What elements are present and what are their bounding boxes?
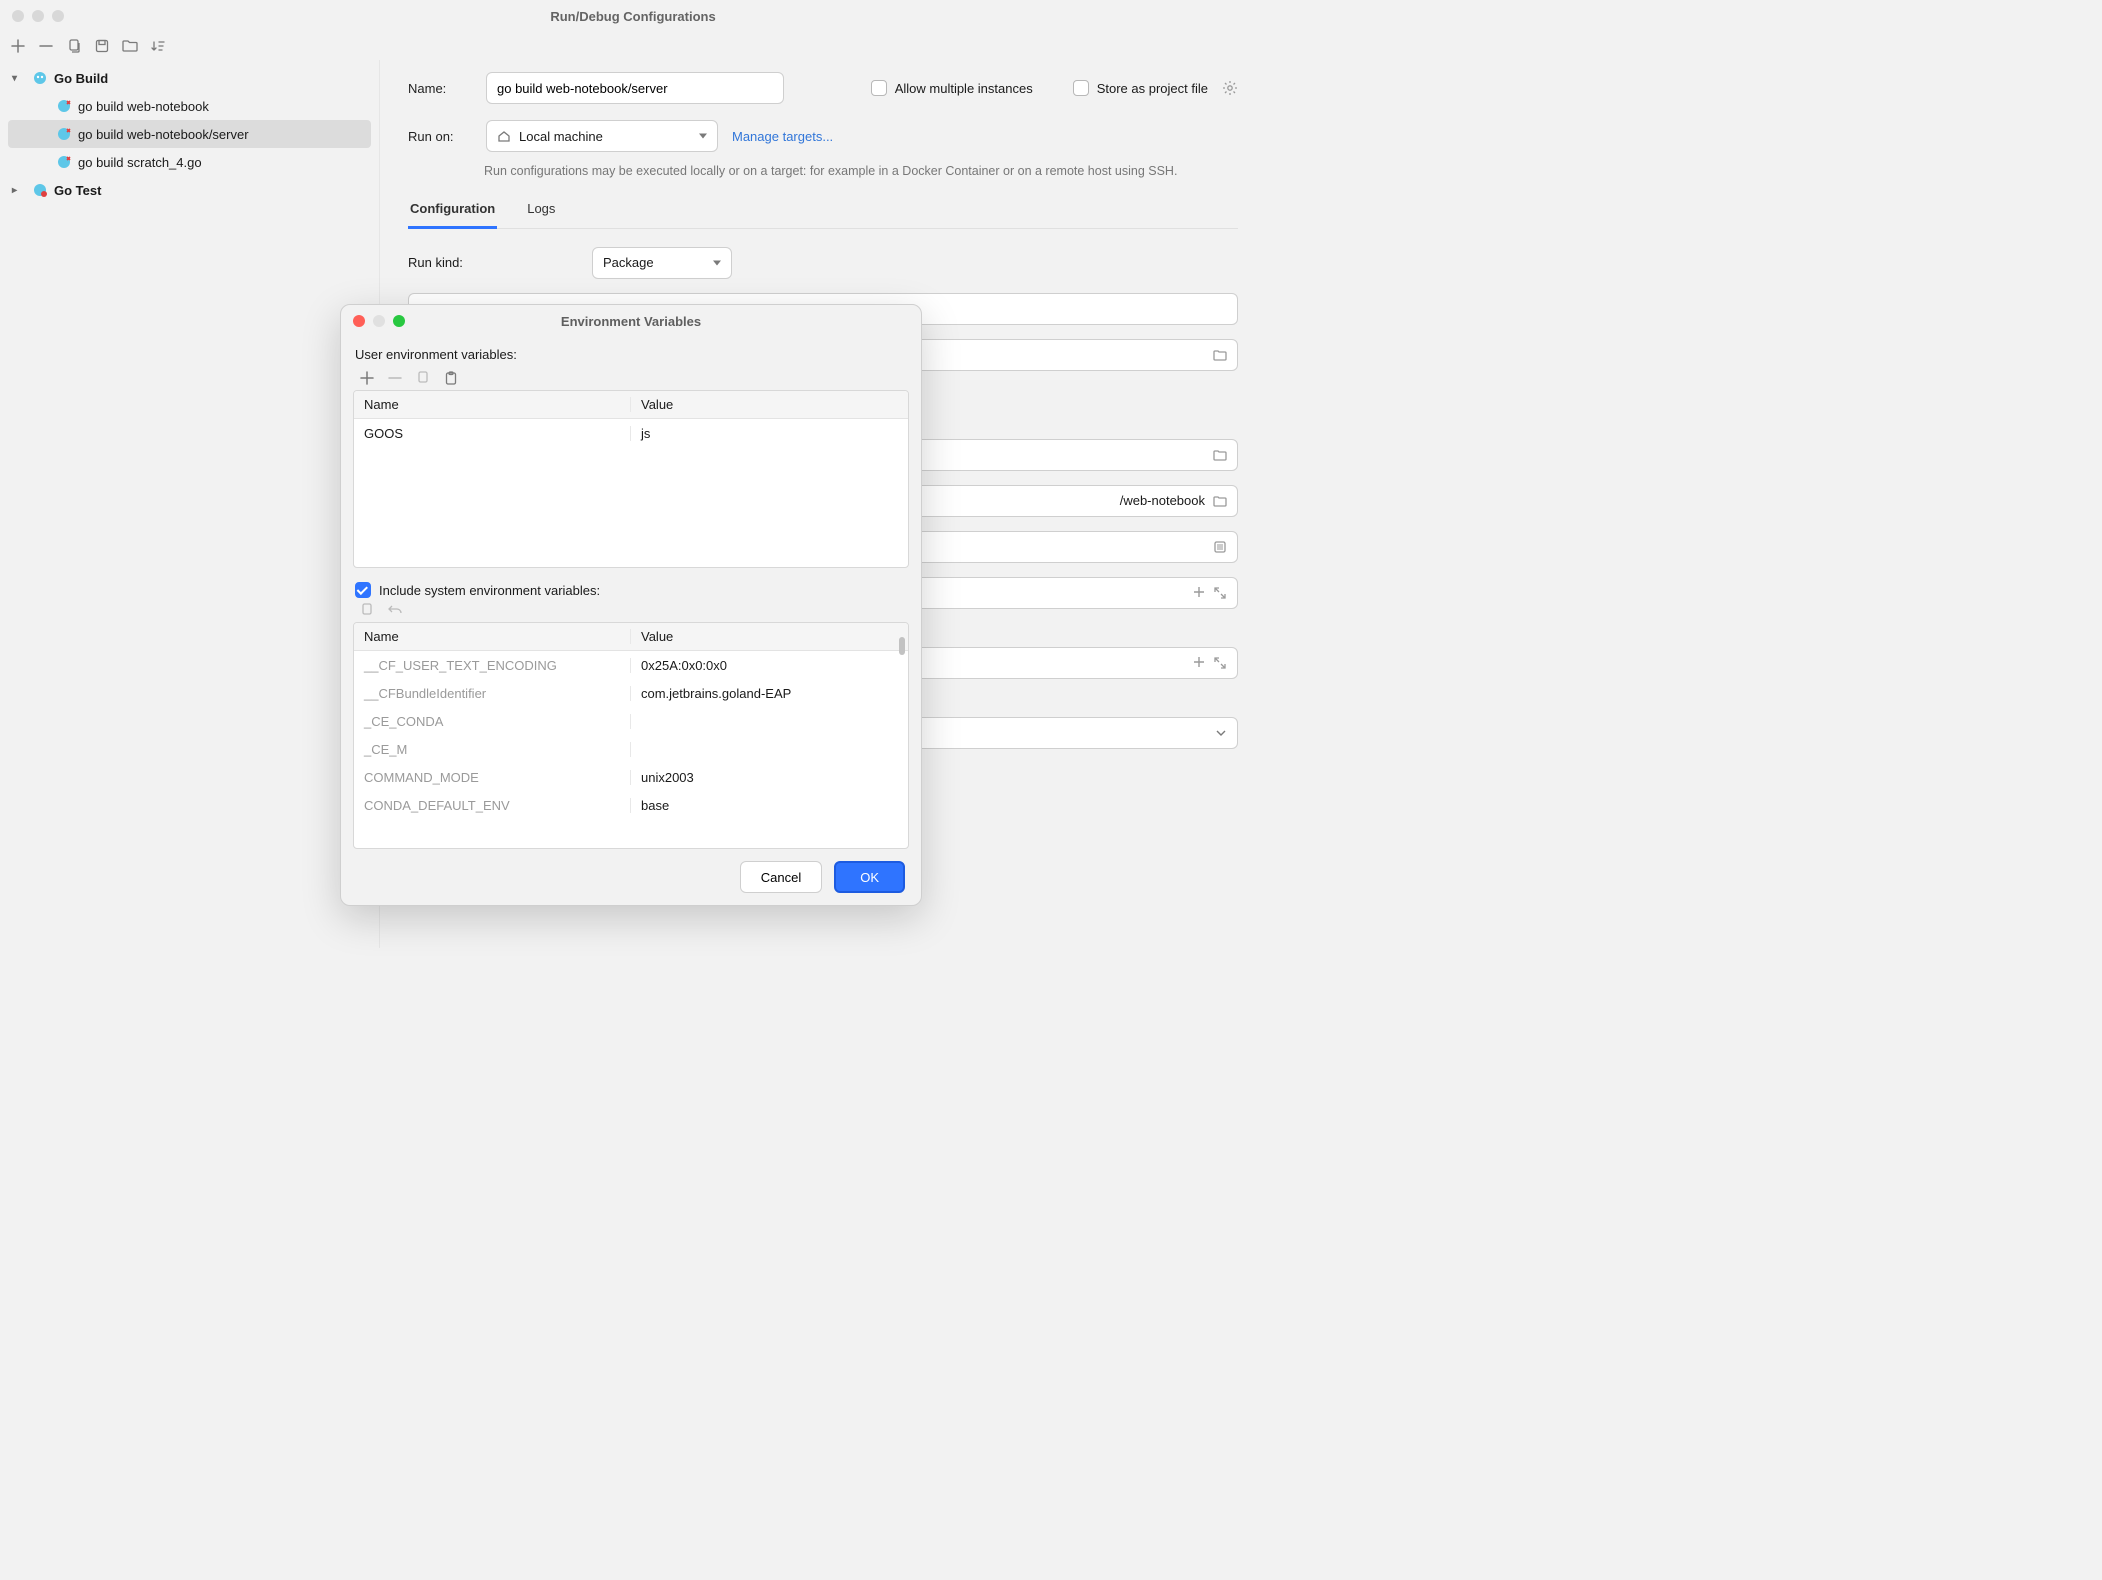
dialog-traffic-lights[interactable] — [353, 315, 405, 327]
manage-targets-link[interactable]: Manage targets... — [732, 129, 833, 144]
config-tree: ▾ Go Build go build web-notebook go buil… — [0, 60, 380, 948]
cell-name: CONDA_DEFAULT_ENV — [354, 798, 631, 813]
cell-name: GOOS — [354, 426, 631, 441]
col-header-value: Value — [631, 397, 908, 412]
folder-icon[interactable] — [1213, 348, 1227, 362]
tree-item-label: go build web-notebook — [78, 99, 209, 114]
name-input[interactable] — [486, 72, 784, 104]
user-env-label: User environment variables: — [353, 343, 909, 366]
run-kind-label: Run kind: — [408, 255, 578, 270]
gopher-icon — [56, 98, 72, 114]
cell-name: COMMAND_MODE — [354, 770, 631, 785]
ok-button[interactable]: OK — [834, 861, 905, 893]
table-row[interactable]: GOOS js — [354, 419, 908, 447]
tree-item-label: go build web-notebook/server — [78, 127, 249, 142]
table-row[interactable]: _CE_CONDA — [354, 707, 908, 735]
tab-configuration[interactable]: Configuration — [408, 195, 497, 229]
window-title: Run/Debug Configurations — [550, 9, 715, 24]
col-header-value: Value — [631, 629, 908, 644]
add-icon[interactable] — [1193, 656, 1205, 668]
tree-item[interactable]: go build web-notebook — [8, 92, 371, 120]
paste-icon[interactable] — [443, 370, 459, 386]
folder-icon[interactable] — [1213, 448, 1227, 462]
cell-value: js — [631, 426, 908, 441]
tree-label: Go Build — [54, 71, 108, 86]
undo-icon[interactable] — [387, 602, 403, 618]
table-row[interactable]: COMMAND_MODEunix2003 — [354, 763, 908, 791]
cell-name: __CFBundleIdentifier — [354, 686, 631, 701]
scrollbar[interactable] — [899, 637, 905, 655]
store-project-label: Store as project file — [1097, 81, 1208, 96]
copy-icon[interactable] — [415, 370, 431, 386]
run-on-select[interactable]: Local machine — [486, 120, 718, 152]
include-sys-label: Include system environment variables: — [379, 583, 600, 598]
col-header-name: Name — [354, 397, 631, 412]
run-kind-value: Package — [603, 255, 654, 270]
col-header-name: Name — [354, 629, 631, 644]
folder-icon[interactable] — [1213, 494, 1227, 508]
cell-value: 0x25A:0x0:0x0 — [631, 658, 908, 673]
cell-name: __CF_USER_TEXT_ENCODING — [354, 658, 631, 673]
add-icon[interactable] — [359, 370, 375, 386]
add-icon[interactable] — [1193, 586, 1205, 598]
store-project-checkbox[interactable]: Store as project file — [1073, 80, 1208, 96]
env-vars-dialog: Environment Variables User environment v… — [340, 304, 922, 906]
working-dir-value: /web-notebook — [1120, 493, 1205, 508]
add-icon[interactable] — [10, 38, 26, 54]
tree-item[interactable]: go build web-notebook/server — [8, 120, 371, 148]
tree-label: Go Test — [54, 183, 101, 198]
copy-icon[interactable] — [359, 602, 375, 618]
sys-env-table[interactable]: Name Value __CF_USER_TEXT_ENCODING0x25A:… — [353, 622, 909, 849]
gopher-icon — [56, 154, 72, 170]
cell-name: _CE_M — [354, 742, 631, 757]
allow-multiple-checkbox[interactable]: Allow multiple instances — [871, 80, 1033, 96]
include-sys-checkbox[interactable]: Include system environment variables: — [353, 582, 909, 598]
chevron-down-icon — [1215, 727, 1227, 739]
allow-multiple-label: Allow multiple instances — [895, 81, 1033, 96]
chevron-right-icon[interactable]: ▸ — [12, 185, 26, 196]
expand-icon[interactable] — [1213, 586, 1227, 600]
run-kind-select[interactable]: Package — [592, 247, 732, 279]
user-env-table[interactable]: Name Value GOOS js — [353, 390, 909, 568]
cell-value: unix2003 — [631, 770, 908, 785]
remove-icon[interactable] — [38, 38, 54, 54]
tree-node-go-test[interactable]: ▸ Go Test — [8, 176, 371, 204]
table-row[interactable]: __CF_USER_TEXT_ENCODING0x25A:0x0:0x0 — [354, 651, 908, 679]
gear-icon[interactable] — [1222, 80, 1238, 96]
window-traffic-lights[interactable] — [12, 10, 64, 22]
table-row[interactable]: CONDA_DEFAULT_ENVbase — [354, 791, 908, 819]
home-icon — [497, 129, 511, 143]
gopher-icon — [56, 126, 72, 142]
chevron-down-icon[interactable]: ▾ — [12, 73, 26, 84]
folder-icon[interactable] — [122, 38, 138, 54]
gopher-icon — [32, 70, 48, 86]
copy-icon[interactable] — [66, 38, 82, 54]
tree-item-label: go build scratch_4.go — [78, 155, 202, 170]
remove-icon[interactable] — [387, 370, 403, 386]
list-icon[interactable] — [1213, 540, 1227, 554]
save-icon[interactable] — [94, 38, 110, 54]
table-row[interactable]: __CFBundleIdentifiercom.jetbrains.goland… — [354, 679, 908, 707]
gopher-icon — [32, 182, 48, 198]
tab-logs[interactable]: Logs — [525, 195, 557, 228]
sort-icon[interactable] — [150, 38, 166, 54]
run-on-label: Run on: — [408, 129, 472, 144]
cell-value: com.jetbrains.goland-EAP — [631, 686, 908, 701]
run-on-help: Run configurations may be executed local… — [484, 162, 1238, 181]
tree-node-go-build[interactable]: ▾ Go Build — [8, 64, 371, 92]
cell-value: base — [631, 798, 908, 813]
table-row[interactable]: _CE_M — [354, 735, 908, 763]
cancel-button[interactable]: Cancel — [740, 861, 822, 893]
cell-name: _CE_CONDA — [354, 714, 631, 729]
run-on-value: Local machine — [519, 129, 603, 144]
name-label: Name: — [408, 81, 472, 96]
tree-item[interactable]: go build scratch_4.go — [8, 148, 371, 176]
dialog-title: Environment Variables — [561, 314, 701, 329]
expand-icon[interactable] — [1213, 656, 1227, 670]
